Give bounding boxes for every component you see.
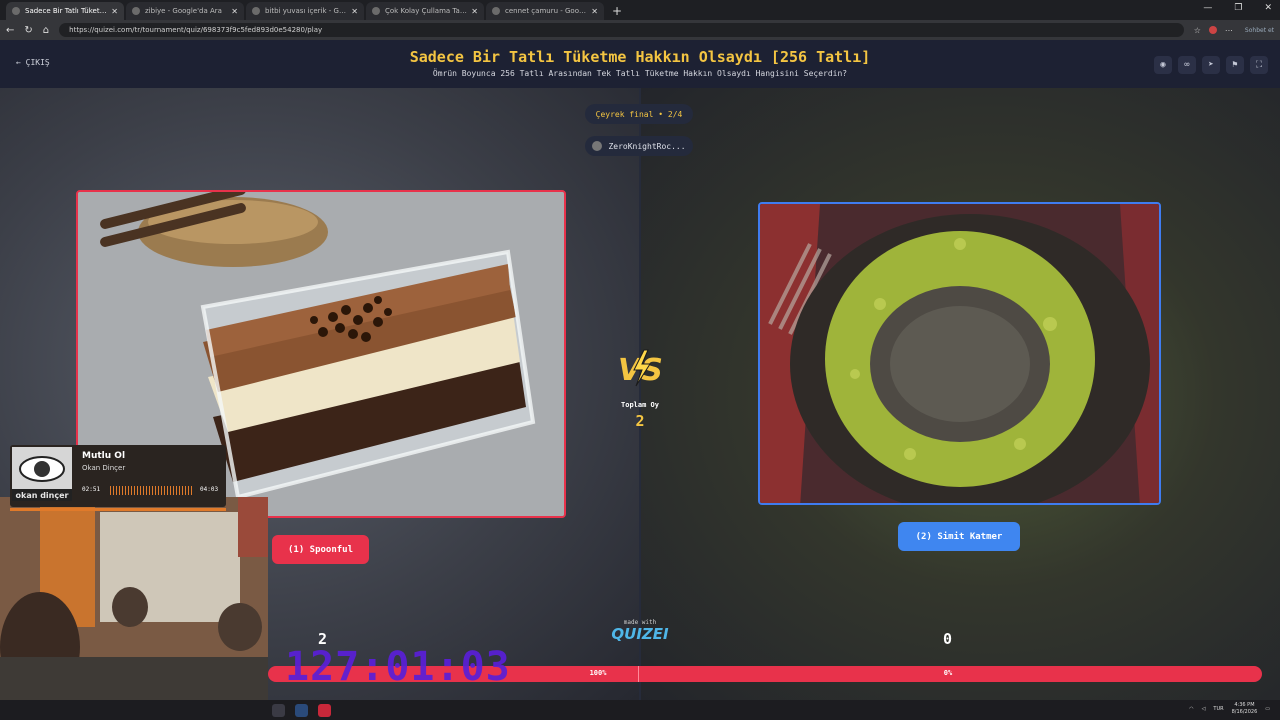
- quiz-header: ← ÇIKIŞ Sadece Bir Tatlı Tüketme Hakkın …: [0, 40, 1280, 88]
- waveform: [110, 486, 194, 495]
- total-votes-label: Toplam Oy: [621, 401, 659, 409]
- browser-tab[interactable]: Sadece Bir Tatlı Tüketme Hakkın O ✕: [6, 2, 124, 20]
- steam-icon[interactable]: [295, 703, 308, 717]
- tab-bar: Sadece Bir Tatlı Tüketme Hakkın O ✕ zibiy…: [0, 0, 1280, 20]
- avatar: [592, 141, 603, 151]
- link-icon[interactable]: ∞: [1178, 56, 1196, 74]
- header-actions: ◉ ∞ ➤ ⚑ ⛶: [1154, 56, 1268, 74]
- home-icon[interactable]: ⌂: [43, 25, 49, 36]
- left-choice-button[interactable]: (1) Spoonful: [272, 535, 369, 564]
- app-icon[interactable]: [318, 703, 331, 717]
- total-votes-value: 2: [635, 412, 645, 430]
- tab-favicon-icon: [492, 7, 500, 15]
- song-elapsed: 02:51: [82, 486, 101, 493]
- right-percent: 0%: [943, 669, 953, 677]
- chat-button[interactable]: Sohbet et: [1245, 27, 1274, 34]
- tab-favicon-icon: [12, 7, 20, 15]
- bar-divider: [638, 666, 639, 682]
- clock-time: 4:36 PM: [1234, 702, 1255, 708]
- album-eye-image: okan dinçer: [12, 447, 72, 501]
- tab-label: Çok Kolay Çullama Tatlısı - Nefis Y: [385, 7, 467, 15]
- vs-icon: VS: [618, 349, 663, 388]
- close-tab-icon[interactable]: ✕: [351, 7, 358, 16]
- song-duration: 04:03: [200, 486, 219, 493]
- back-icon[interactable]: ←: [6, 25, 14, 36]
- player-badge: ZeroKnightRoc...: [585, 136, 693, 156]
- notification-icon[interactable]: ▭: [1265, 706, 1270, 712]
- close-window-button[interactable]: ✕: [1264, 3, 1272, 13]
- url-text: https://quizei.com/tr/tournament/quiz/69…: [69, 26, 323, 34]
- extension-icon[interactable]: [1208, 26, 1217, 34]
- fullscreen-icon[interactable]: ⛶: [1250, 56, 1268, 74]
- eye-icon[interactable]: ◉: [1154, 56, 1172, 74]
- webcam-image: [0, 497, 268, 700]
- browser-tab[interactable]: Çok Kolay Çullama Tatlısı - Nefis Y ✕: [366, 2, 484, 20]
- music-player: okan dinçer Mutlu Ol Okan Dinçer 02:51 0…: [10, 445, 226, 507]
- new-tab-button[interactable]: +: [612, 4, 622, 18]
- language-indicator[interactable]: TUR: [1213, 706, 1223, 712]
- webcam-overlay: [0, 497, 268, 700]
- page-subtitle: Ömrün Boyunca 256 Tatlı Arasından Tek Ta…: [432, 69, 848, 78]
- tab-label: zibiye - Google'da Ara: [145, 7, 222, 15]
- tab-label: Sadece Bir Tatlı Tüketme Hakkın O: [25, 7, 107, 15]
- clock[interactable]: 4:36 PM 8/16/2026: [1232, 702, 1258, 716]
- minimize-button[interactable]: —: [1203, 3, 1212, 13]
- tab-favicon-icon: [132, 7, 140, 15]
- url-field[interactable]: https://quizei.com/tr/tournament/quiz/69…: [59, 23, 1184, 37]
- player-name: ZeroKnightRoc...: [608, 141, 686, 151]
- window-controls: — ❐ ✕: [1203, 3, 1272, 13]
- song-progress: [10, 508, 226, 511]
- browser-tab[interactable]: bitbi yuvası içerik - Google'da Ara✕: [246, 2, 364, 20]
- close-tab-icon[interactable]: ✕: [231, 7, 238, 16]
- quizei-logo: QUIZEI: [611, 625, 669, 643]
- menu-icon[interactable]: ⋯: [1225, 26, 1233, 35]
- tab-label: cennet çamuru - Google'da Ara: [505, 7, 587, 15]
- extensions: ☆ ⋯ Sohbet et: [1194, 26, 1274, 35]
- page-title: Sadece Bir Tatlı Tüketme Hakkın Olsaydı …: [409, 48, 871, 66]
- pistachio-katmer-image: [760, 204, 1159, 503]
- clock-date: 8/16/2026: [1231, 709, 1258, 715]
- song-artist: Okan Dinçer: [82, 464, 126, 472]
- album-text: okan dinçer: [16, 491, 69, 500]
- tab-favicon-icon: [372, 7, 380, 15]
- center-divider: [639, 88, 641, 700]
- album-art: okan dinçer: [12, 447, 72, 501]
- bookmark-star-icon[interactable]: ☆: [1194, 26, 1201, 35]
- address-bar-row: ← ↻ ⌂ https://quizei.com/tr/tournament/q…: [0, 20, 1280, 40]
- wifi-icon[interactable]: ◠: [1189, 706, 1193, 712]
- send-icon[interactable]: ➤: [1202, 56, 1220, 74]
- volume-icon[interactable]: ◁: [1202, 706, 1206, 712]
- system-tray: ◠ ◁ TUR 4:36 PM 8/16/2026 ▭: [1189, 702, 1270, 716]
- song-title: Mutlu Ol: [82, 451, 126, 461]
- tab-label: bitbi yuvası içerik - Google'da Ara: [265, 7, 348, 15]
- obs-icon[interactable]: [272, 703, 285, 717]
- reload-icon[interactable]: ↻: [24, 25, 32, 36]
- right-choice-image[interactable]: [758, 202, 1161, 505]
- flag-icon[interactable]: ⚑: [1226, 56, 1244, 74]
- round-badge: Çeyrek final • 2/4: [585, 104, 693, 124]
- right-vote-count: 0: [943, 630, 953, 648]
- tab-favicon-icon: [252, 7, 260, 15]
- browser-tab[interactable]: zibiye - Google'da Ara ✕: [126, 2, 244, 20]
- stream-timer-overlay: 127:01:03: [285, 644, 511, 690]
- taskbar: [0, 700, 1280, 720]
- close-tab-icon[interactable]: ✕: [591, 7, 598, 16]
- close-tab-icon[interactable]: ✕: [471, 7, 478, 16]
- right-choice-button[interactable]: (2) Simit Katmer: [898, 522, 1020, 551]
- browser-tab[interactable]: cennet çamuru - Google'da Ara ✕: [486, 2, 604, 20]
- maximize-button[interactable]: ❐: [1234, 3, 1242, 13]
- close-tab-icon[interactable]: ✕: [111, 7, 118, 16]
- left-percent: 100%: [589, 669, 607, 677]
